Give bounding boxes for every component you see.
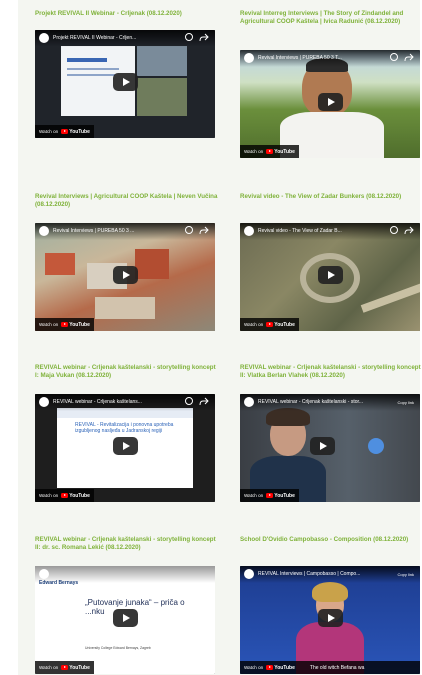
video-card: REVIVAL webinar - Crljenak kaštelanski -… — [240, 364, 422, 502]
video-card: Revival Interreg Interviews | The Story … — [240, 10, 422, 158]
video-player[interactable]: REVIVAL - Revitalizacija i ponovna upotr… — [35, 394, 215, 502]
watch-on-label: Watch on — [39, 129, 59, 134]
watch-later-icon[interactable] — [185, 226, 193, 234]
video-card-title[interactable]: REVIVAL webinar - Crljenak kaštelanski -… — [35, 364, 221, 394]
watch-on-label: Watch on — [39, 493, 59, 498]
video-card: REVIVAL webinar - Crljenak kaštelanski -… — [35, 364, 221, 502]
watch-on-label: Watch on — [39, 322, 59, 327]
video-title[interactable]: REVIVAL webinar - Crljenak kaštelans... — [53, 399, 173, 405]
watch-later-icon[interactable] — [390, 53, 398, 61]
video-card: Revival video - The View of Zadar Bunker… — [240, 193, 422, 331]
play-button-icon[interactable] — [318, 609, 343, 627]
watch-on-youtube-link[interactable]: Watch on YouTube — [240, 318, 299, 331]
channel-avatar-icon[interactable] — [244, 53, 254, 63]
watch-on-youtube-link[interactable]: Watch on YouTube — [35, 661, 94, 674]
video-player[interactable]: REVIVAL webinar - Crljenak kaštelanski -… — [240, 394, 420, 502]
video-card-title[interactable]: Revival video - The View of Zadar Bunker… — [240, 193, 422, 223]
youtube-logo-icon: YouTube — [61, 322, 90, 328]
video-player[interactable]: Edward Bernays „Putovanje junaka“ – prič… — [35, 566, 215, 674]
play-button-icon[interactable] — [318, 266, 343, 284]
video-caption: The old witch Befana wa — [309, 664, 365, 671]
channel-avatar-icon[interactable] — [39, 226, 49, 236]
channel-avatar-icon[interactable] — [39, 397, 49, 407]
youtube-logo-icon: YouTube — [266, 322, 295, 328]
video-title-bar: Revival video - The View of Zadar B... — [240, 223, 420, 240]
watch-on-youtube-link[interactable]: Watch on YouTube The old witch Befana wa — [240, 661, 420, 674]
video-title-bar — [35, 566, 215, 583]
video-card: REVIVAL webinar - Crljenak kaštelanski -… — [35, 536, 221, 674]
video-grid-panel: Projekt REVIVAL II Webinar - Crljenak (0… — [18, 0, 422, 675]
share-icon[interactable] — [404, 226, 414, 236]
video-player[interactable]: Projekt REVIVAL II Webinar - Crljen... W… — [35, 30, 215, 138]
youtube-logo-icon: YouTube — [61, 665, 90, 671]
copy-link-label[interactable]: Copy link — [398, 400, 414, 405]
video-player[interactable]: Revival video - The View of Zadar B... W… — [240, 223, 420, 331]
youtube-logo-icon: YouTube — [61, 493, 90, 499]
video-title[interactable]: REVIVAL webinar - Crljenak kaštelanski -… — [258, 399, 378, 405]
video-title[interactable]: Revival Interviews | PUREBA 50 3 ... — [53, 228, 173, 234]
watch-later-icon[interactable] — [185, 33, 193, 41]
video-title[interactable]: Revival Interviews | PUREBA 50 3 T... — [258, 55, 378, 61]
video-title[interactable]: Revival video - The View of Zadar B... — [258, 228, 378, 234]
play-button-icon[interactable] — [318, 93, 343, 111]
slide-heading: „Putovanje junaka“ – priča o ...nku — [85, 598, 185, 616]
video-card: School D'Ovidio Campobasso - Composition… — [240, 536, 422, 674]
channel-avatar-icon[interactable] — [244, 226, 254, 236]
slide-heading: REVIVAL - Revitalizacija i ponovna upotr… — [75, 422, 174, 434]
channel-avatar-icon[interactable] — [39, 569, 49, 579]
video-title-bar: REVIVAL Interviews | Campobasso | Compo.… — [240, 566, 420, 583]
watch-later-icon[interactable] — [390, 226, 398, 234]
channel-avatar-icon[interactable] — [244, 397, 254, 407]
video-title-bar: REVIVAL webinar - Crljenak kaštelans... — [35, 394, 215, 411]
play-button-icon[interactable] — [113, 437, 138, 455]
play-button-icon[interactable] — [113, 609, 138, 627]
slide-footer: University College Edward Bernays, Zagre… — [85, 646, 151, 650]
video-card-title[interactable]: Revival Interviews | Agricultural COOP K… — [35, 193, 221, 223]
video-card-title[interactable]: School D'Ovidio Campobasso - Composition… — [240, 536, 422, 566]
channel-avatar-icon[interactable] — [244, 569, 254, 579]
watch-on-youtube-link[interactable]: Watch on YouTube — [240, 489, 299, 502]
video-player[interactable]: Revival Interviews | PUREBA 50 3 ... Wat… — [35, 223, 215, 331]
play-button-icon[interactable] — [310, 437, 335, 455]
watch-on-label: Watch on — [244, 493, 264, 498]
video-card: Projekt REVIVAL II Webinar - Crljenak (0… — [35, 10, 221, 138]
play-button-icon[interactable] — [113, 266, 138, 284]
watch-on-youtube-link[interactable]: Watch on YouTube — [35, 318, 94, 331]
youtube-logo-icon: YouTube — [61, 129, 90, 135]
video-player[interactable]: REVIVAL Interviews | Campobasso | Compo.… — [240, 566, 420, 674]
video-card-title[interactable]: Revival Interreg Interviews | The Story … — [240, 10, 422, 40]
copy-link-label[interactable]: Copy link — [398, 572, 414, 577]
video-card-title[interactable]: REVIVAL webinar - Crljenak kaštelanski -… — [35, 536, 221, 566]
share-icon[interactable] — [199, 397, 209, 407]
youtube-logo-icon: YouTube — [266, 665, 295, 671]
watch-on-youtube-link[interactable]: Watch on YouTube — [35, 489, 94, 502]
video-title-bar: Revival Interviews | PUREBA 50 3 T... — [240, 50, 420, 67]
watch-on-youtube-link[interactable]: Watch on YouTube — [240, 145, 299, 158]
video-title[interactable]: Projekt REVIVAL II Webinar - Crljen... — [53, 35, 173, 41]
youtube-logo-icon: YouTube — [266, 493, 295, 499]
video-player[interactable]: Revival Interviews | PUREBA 50 3 T... Wa… — [240, 50, 420, 158]
share-icon[interactable] — [404, 53, 414, 63]
watch-on-label: Watch on — [244, 149, 264, 154]
channel-avatar-icon[interactable] — [39, 33, 49, 43]
video-title-bar: Projekt REVIVAL II Webinar - Crljen... — [35, 30, 215, 47]
watch-on-label: Watch on — [244, 665, 264, 670]
video-title-bar: Revival Interviews | PUREBA 50 3 ... — [35, 223, 215, 240]
watch-later-icon[interactable] — [185, 397, 193, 405]
video-title[interactable]: REVIVAL Interviews | Campobasso | Compo.… — [258, 571, 378, 577]
watch-on-youtube-link[interactable]: Watch on YouTube — [35, 125, 94, 138]
watch-on-label: Watch on — [39, 665, 59, 670]
video-card: Revival Interviews | Agricultural COOP K… — [35, 193, 221, 331]
video-title-bar: REVIVAL webinar - Crljenak kaštelanski -… — [240, 394, 420, 411]
youtube-logo-icon: YouTube — [266, 149, 295, 155]
share-icon[interactable] — [199, 226, 209, 236]
video-card-title[interactable]: REVIVAL webinar - Crljenak kaštelanski -… — [240, 364, 422, 394]
share-icon[interactable] — [199, 33, 209, 43]
watch-on-label: Watch on — [244, 322, 264, 327]
play-button-icon[interactable] — [113, 73, 138, 91]
